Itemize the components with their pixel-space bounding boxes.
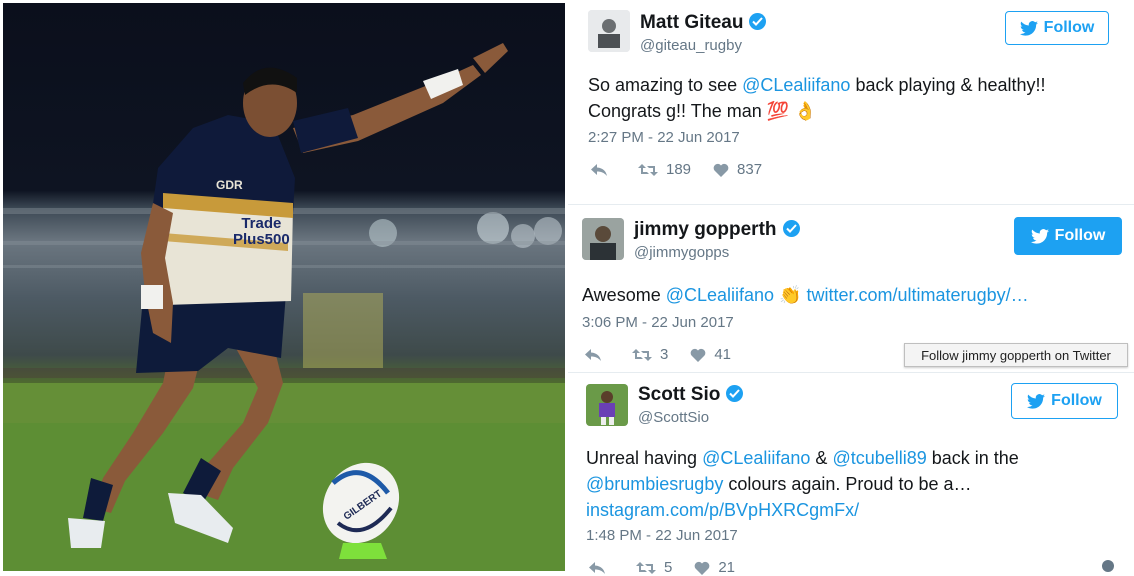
tweet-text: Unreal having @CLealiifano & @tcubelli89… — [586, 445, 1106, 523]
tweet-author-name[interactable]: jimmy gopperth — [634, 219, 800, 241]
rugby-photo: Trade Plus500 GDR GILBERT — [3, 3, 565, 571]
follow-tooltip: Follow jimmy gopperth on Twitter — [904, 343, 1128, 367]
rugby-player-illustration — [3, 43, 565, 571]
tweet-timestamp[interactable]: 1:48 PM - 22 Jun 2017 — [586, 527, 738, 544]
mention-link[interactable]: @CLealiifano — [742, 75, 850, 95]
follow-button[interactable]: Follow — [1014, 217, 1122, 255]
retweet-count: 5 — [664, 559, 673, 576]
tweet-author-name[interactable]: Matt Giteau — [640, 12, 767, 34]
tweet-divider — [568, 204, 1134, 205]
retweet-icon — [638, 163, 658, 176]
chest-logo: GDR — [216, 178, 243, 192]
avatar[interactable] — [582, 218, 624, 260]
tweet-text-part: back playing & healthy!! — [850, 75, 1046, 95]
retweet-count: 3 — [660, 346, 669, 363]
jersey-sponsor-line2: Plus500 — [233, 231, 290, 248]
tweet-text-part: back in the — [926, 448, 1019, 468]
jersey-sponsor: Trade Plus500 — [233, 216, 290, 248]
retweet-icon — [632, 348, 652, 361]
tweet-author-name[interactable]: Scott Sio — [638, 384, 744, 406]
mention-link[interactable]: @brumbiesrugby — [586, 474, 723, 494]
tweet-text-part: Awesome — [582, 285, 666, 305]
like-count: 837 — [737, 161, 763, 178]
hundred-emoji: 💯 — [766, 101, 790, 121]
tweet-text-part: Congrats g!! The man — [588, 101, 767, 121]
tweet-actions: 3 41 — [584, 346, 753, 363]
clapping-emoji: 👏 — [779, 285, 802, 305]
retweet-icon — [636, 561, 656, 574]
mention-link[interactable]: @tcubelli89 — [832, 448, 926, 468]
jersey-sponsor-line1: Trade — [241, 215, 282, 232]
follow-button[interactable]: Follow — [1005, 11, 1109, 45]
tweet-text-part: Unreal having — [586, 448, 703, 468]
reply-icon — [589, 561, 605, 574]
like-button[interactable]: 21 — [694, 559, 735, 576]
reply-button[interactable] — [584, 348, 610, 362]
avatar-image — [588, 10, 630, 52]
tweet-actions: 189 837 — [590, 161, 784, 178]
mention-link[interactable]: @CLealiifano — [702, 448, 810, 468]
follow-label: Follow — [1054, 227, 1106, 244]
tweet-text: So amazing to see @CLealiifano back play… — [588, 72, 1108, 124]
twitter-bird-icon — [1027, 393, 1046, 409]
follow-label: Follow — [1051, 392, 1102, 409]
heart-icon — [694, 561, 710, 575]
heart-icon — [713, 163, 729, 177]
tweet-text-part: So amazing to see — [588, 75, 743, 95]
verified-badge-icon — [726, 385, 744, 402]
twitter-bird-icon — [1019, 20, 1038, 36]
avatar-image — [582, 218, 624, 260]
tweet-link[interactable]: instagram.com/p/BVpHXRCgmFx/ — [586, 500, 859, 520]
author-name-text: jimmy gopperth — [634, 219, 777, 240]
mention-link[interactable]: @CLealiifano — [666, 285, 774, 305]
tweet-timestamp[interactable]: 3:06 PM - 22 Jun 2017 — [582, 314, 734, 331]
reply-icon — [591, 163, 607, 176]
verified-badge-icon — [782, 220, 800, 237]
verified-badge-icon — [749, 13, 767, 30]
avatar-image — [586, 384, 628, 426]
tweet-divider — [568, 372, 1134, 373]
follow-label: Follow — [1043, 19, 1095, 36]
info-icon[interactable] — [1102, 560, 1114, 572]
like-button[interactable]: 837 — [713, 161, 762, 178]
tweet-handle[interactable]: @ScottSio — [638, 409, 709, 426]
like-count: 21 — [718, 559, 736, 576]
author-name-text: Matt Giteau — [640, 12, 744, 33]
ok-hand-emoji: 👌 — [794, 101, 817, 121]
reply-icon — [585, 348, 601, 361]
tweet-handle[interactable]: @jimmygopps — [634, 244, 729, 261]
reply-button[interactable] — [590, 163, 616, 177]
retweet-count: 189 — [666, 161, 692, 178]
tweet-link[interactable]: twitter.com/ultimaterugby/… — [807, 285, 1029, 305]
tweet-actions: 5 21 — [588, 559, 757, 576]
tweet-text-part: colours again. Proud to be a… — [723, 474, 972, 494]
tweet-timestamp[interactable]: 2:27 PM - 22 Jun 2017 — [588, 129, 740, 146]
retweet-button[interactable]: 189 — [638, 161, 691, 178]
avatar[interactable] — [588, 10, 630, 52]
tweet-text: Awesome @CLealiifano 👏 twitter.com/ultim… — [582, 282, 1102, 308]
twitter-bird-icon — [1030, 228, 1049, 244]
author-name-text: Scott Sio — [638, 384, 721, 405]
tweet-text-part: & — [810, 448, 833, 468]
heart-icon — [690, 348, 706, 362]
like-count: 41 — [714, 346, 732, 363]
tweet-handle[interactable]: @giteau_rugby — [640, 37, 742, 54]
follow-button[interactable]: Follow — [1011, 383, 1118, 419]
retweet-button[interactable]: 5 — [636, 559, 672, 576]
avatar[interactable] — [586, 384, 628, 426]
like-button[interactable]: 41 — [690, 346, 731, 363]
retweet-button[interactable]: 3 — [632, 346, 668, 363]
reply-button[interactable] — [588, 561, 614, 575]
